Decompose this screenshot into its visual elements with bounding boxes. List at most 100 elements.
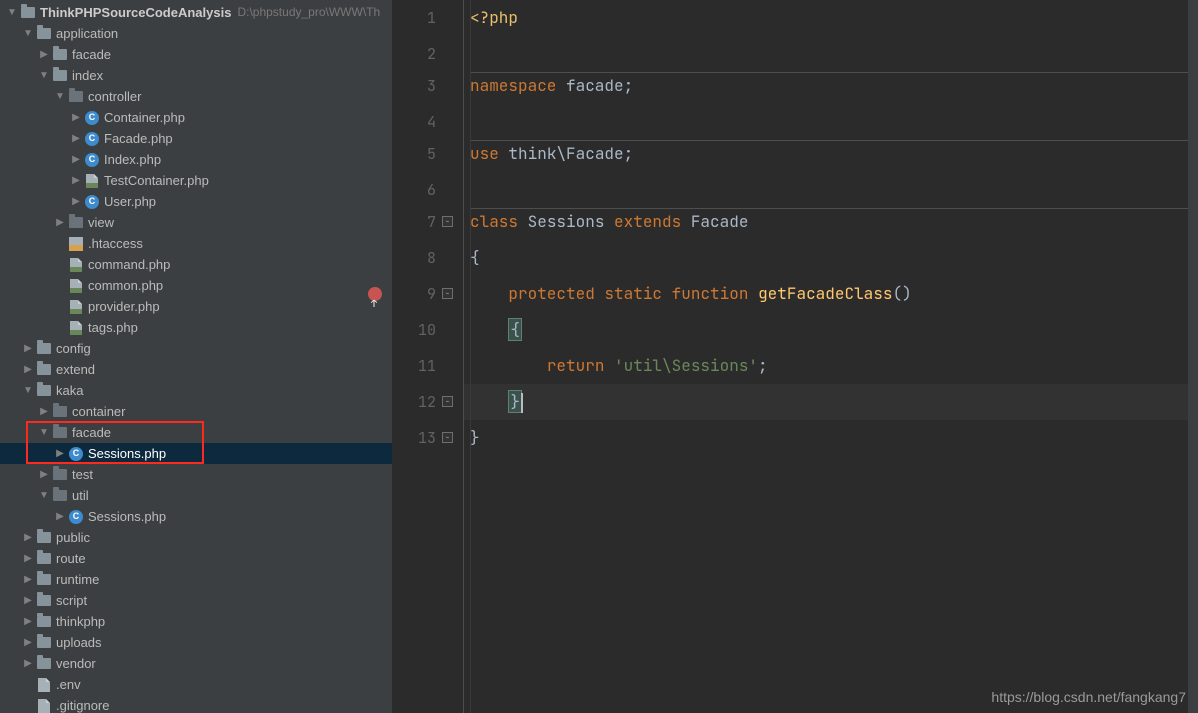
chevron-right-icon[interactable]: ▶ xyxy=(38,44,50,65)
chevron-right-icon[interactable]: ▶ xyxy=(22,632,34,653)
chevron-right-icon[interactable]: ▶ xyxy=(22,548,34,569)
tree-item-label: config xyxy=(56,338,91,359)
chevron-right-icon[interactable]: ▶ xyxy=(70,191,82,212)
chevron-right-icon[interactable]: ▶ xyxy=(70,170,82,191)
tree-item[interactable]: ▶CSessions.php xyxy=(0,506,392,527)
php-class-icon: C xyxy=(84,131,100,147)
fold-toggle-icon[interactable]: - xyxy=(442,432,453,443)
php-class-icon: C xyxy=(68,509,84,525)
folder-icon xyxy=(52,47,68,63)
tree-item[interactable]: ▶test xyxy=(0,464,392,485)
chevron-right-icon[interactable]: ▶ xyxy=(22,569,34,590)
tree-item-label: TestContainer.php xyxy=(104,170,209,191)
tree-item[interactable]: ▼kaka xyxy=(0,380,392,401)
vertical-scrollbar[interactable] xyxy=(1188,0,1198,713)
chevron-right-icon[interactable]: ▶ xyxy=(22,338,34,359)
code-token: use xyxy=(470,143,499,164)
chevron-down-icon[interactable]: ▼ xyxy=(22,23,34,44)
code-editor[interactable]: 12345678910111213 ---- <?php namespace f… xyxy=(392,0,1198,713)
chevron-right-icon[interactable]: ▶ xyxy=(54,506,66,527)
chevron-down-icon[interactable]: ▼ xyxy=(38,65,50,86)
tree-item-label: container xyxy=(72,401,125,422)
code-area[interactable]: <?php namespace facade; use think\Facade… xyxy=(464,0,1198,713)
code-token: protected xyxy=(508,283,594,304)
php-class-icon: C xyxy=(84,194,100,210)
folder-icon xyxy=(36,593,52,609)
chevron-down-icon[interactable]: ▼ xyxy=(38,422,50,443)
tree-item[interactable]: ▶script xyxy=(0,590,392,611)
tree-item[interactable]: ▼util xyxy=(0,485,392,506)
tree-item[interactable]: ▼index xyxy=(0,65,392,86)
tree-item[interactable]: ▼facade xyxy=(0,422,392,443)
chevron-right-icon[interactable]: ▶ xyxy=(54,212,66,233)
tree-item[interactable]: ▶uploads xyxy=(0,632,392,653)
folder-icon xyxy=(52,68,68,84)
fold-toggle-icon[interactable]: - xyxy=(442,396,453,407)
override-marker-icon[interactable] xyxy=(368,287,382,301)
code-token: ; xyxy=(758,355,768,376)
project-tree-panel[interactable]: ▼ThinkPHPSourceCodeAnalysisD:\phpstudy_p… xyxy=(0,0,392,713)
tree-item[interactable]: ▶ config xyxy=(0,338,392,359)
tree-item[interactable]: ▶public xyxy=(0,527,392,548)
tree-item[interactable]: .gitignore xyxy=(0,695,392,713)
chevron-right-icon[interactable]: ▶ xyxy=(22,653,34,674)
ide-root: ▼ThinkPHPSourceCodeAnalysisD:\phpstudy_p… xyxy=(0,0,1198,713)
code-token: getFacadeClass xyxy=(758,283,892,304)
project-root[interactable]: ▼ThinkPHPSourceCodeAnalysisD:\phpstudy_p… xyxy=(0,2,392,23)
tree-item[interactable]: common.php xyxy=(0,275,392,296)
tree-item-label: command.php xyxy=(88,254,170,275)
line-number: 8 xyxy=(392,240,436,276)
project-tree[interactable]: ▼ThinkPHPSourceCodeAnalysisD:\phpstudy_p… xyxy=(0,0,392,713)
tree-item[interactable]: ▶view xyxy=(0,212,392,233)
chevron-down-icon[interactable]: ▼ xyxy=(22,380,34,401)
tree-item[interactable]: ▶CIndex.php xyxy=(0,149,392,170)
chevron-down-icon[interactable]: ▼ xyxy=(6,2,18,23)
chevron-right-icon[interactable]: ▶ xyxy=(22,611,34,632)
tree-item[interactable]: ▶CContainer.php xyxy=(0,107,392,128)
tree-item[interactable]: ▶runtime xyxy=(0,569,392,590)
chevron-right-icon[interactable]: ▶ xyxy=(22,590,34,611)
file-icon xyxy=(36,677,52,693)
chevron-right-icon[interactable]: ▶ xyxy=(22,359,34,380)
tree-item[interactable]: ▶thinkphp xyxy=(0,611,392,632)
tree-item[interactable]: provider.php xyxy=(0,296,392,317)
tree-item[interactable]: ▶ TestContainer.php xyxy=(0,170,392,191)
tree-item[interactable]: command.php xyxy=(0,254,392,275)
folder-icon xyxy=(52,467,68,483)
tree-item[interactable]: ▶facade xyxy=(0,44,392,65)
chevron-down-icon[interactable]: ▼ xyxy=(54,86,66,107)
folder-icon xyxy=(36,341,52,357)
chevron-right-icon[interactable]: ▶ xyxy=(22,527,34,548)
tree-item-label: Index.php xyxy=(104,149,161,170)
chevron-right-icon[interactable]: ▶ xyxy=(38,464,50,485)
chevron-right-icon[interactable]: ▶ xyxy=(54,443,66,464)
fold-toggle-icon[interactable]: - xyxy=(442,216,453,227)
folder-icon xyxy=(36,383,52,399)
folder-icon xyxy=(52,488,68,504)
tree-item[interactable]: ▼controller xyxy=(0,86,392,107)
tree-item-label: Sessions.php xyxy=(88,443,166,464)
chevron-right-icon[interactable]: ▶ xyxy=(70,128,82,149)
tree-item-label: vendor xyxy=(56,653,96,674)
chevron-right-icon[interactable]: ▶ xyxy=(70,107,82,128)
tree-item[interactable]: ▶route xyxy=(0,548,392,569)
tree-item[interactable]: tags.php xyxy=(0,317,392,338)
tree-item[interactable]: ▶ vendor xyxy=(0,653,392,674)
fold-toggle-icon[interactable]: - xyxy=(442,288,453,299)
tree-item[interactable]: ▶CFacade.php xyxy=(0,128,392,149)
line-number: 4 xyxy=(392,104,436,140)
tree-item[interactable]: ▶extend xyxy=(0,359,392,380)
chevron-down-icon[interactable]: ▼ xyxy=(38,485,50,506)
line-number: 7 xyxy=(392,204,436,240)
chevron-right-icon[interactable]: ▶ xyxy=(70,149,82,170)
tree-item[interactable]: .htaccess xyxy=(0,233,392,254)
tree-item[interactable]: ▶ container xyxy=(0,401,392,422)
tree-item[interactable]: ▼application xyxy=(0,23,392,44)
line-number: 13 xyxy=(392,420,436,456)
tree-item-label: ThinkPHPSourceCodeAnalysis xyxy=(40,2,231,23)
tree-item[interactable]: ▶CUser.php xyxy=(0,191,392,212)
tree-item[interactable]: .env xyxy=(0,674,392,695)
matching-brace: } xyxy=(508,390,522,413)
tree-item[interactable]: ▶CSessions.php xyxy=(0,443,392,464)
chevron-right-icon[interactable]: ▶ xyxy=(38,401,50,422)
